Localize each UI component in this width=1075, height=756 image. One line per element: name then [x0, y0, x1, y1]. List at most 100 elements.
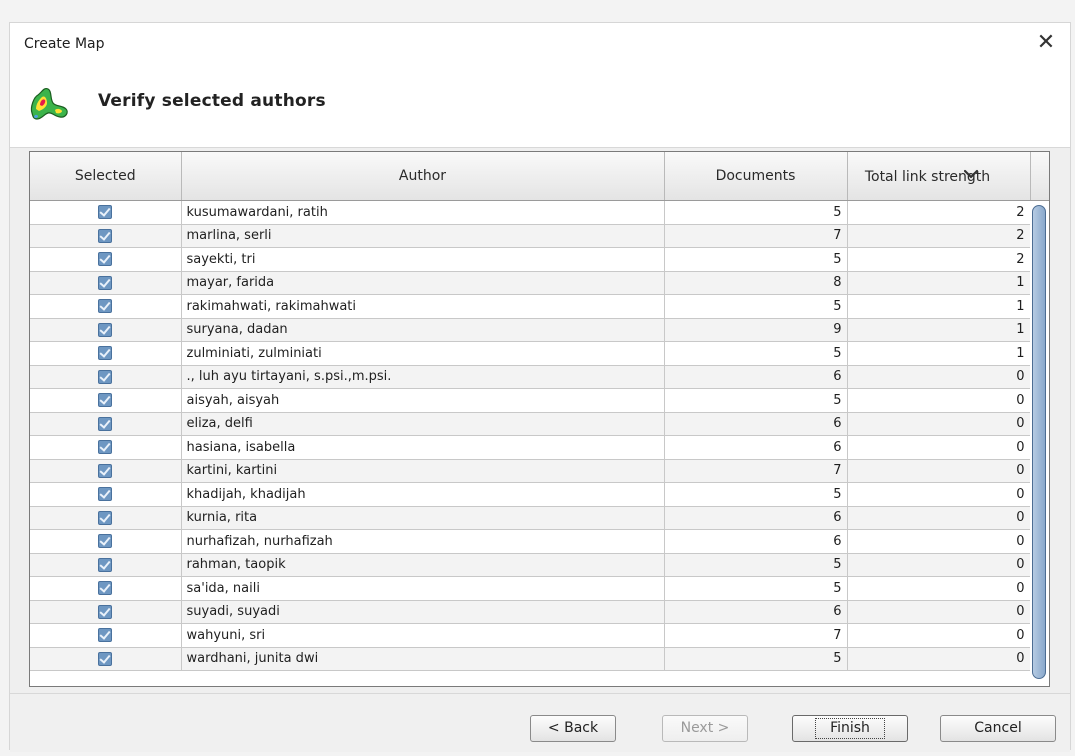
- documents-cell: 6: [664, 600, 848, 624]
- cancel-button[interactable]: Cancel: [940, 715, 1056, 742]
- column-header-documents[interactable]: Documents: [664, 152, 848, 201]
- table-row[interactable]: khadijah, khadijah 5 0: [30, 482, 1031, 507]
- selected-checkbox[interactable]: [98, 628, 113, 643]
- selected-checkbox[interactable]: [98, 581, 113, 596]
- wizard-header: Verify selected authors: [10, 63, 1070, 148]
- table-row[interactable]: suyadi, suyadi 6 0: [30, 600, 1031, 624]
- total-link-strength-cell: 0: [847, 553, 1031, 577]
- scrollbar-thumb[interactable]: [1032, 205, 1046, 679]
- selected-cell: [30, 271, 182, 295]
- table-row[interactable]: eliza, delfi 6 0: [30, 412, 1031, 436]
- author-cell: nurhafizah, nurhafizah: [181, 529, 665, 554]
- author-rows: kusumawardani, ratih 5 2 marlina, serli 7 2 sa…: [30, 200, 1031, 671]
- finish-button[interactable]: Finish: [792, 715, 908, 742]
- table-row[interactable]: rakimahwati, rakimahwati 5 1: [30, 294, 1031, 319]
- selected-checkbox[interactable]: [98, 205, 113, 220]
- author-cell: hasiana, isabella: [181, 435, 665, 460]
- author-cell: wardhani, junita dwi: [181, 647, 665, 671]
- documents-cell: 7: [664, 224, 848, 248]
- vertical-scrollbar[interactable]: [1030, 201, 1049, 686]
- selected-cell: [30, 435, 182, 460]
- table-row[interactable]: kusumawardani, ratih 5 2: [30, 200, 1031, 225]
- total-link-strength-cell: 1: [847, 271, 1031, 295]
- total-link-strength-cell: 0: [847, 412, 1031, 436]
- table-row[interactable]: sa'ida, naili 5 0: [30, 576, 1031, 601]
- close-button[interactable]: ✕: [1032, 29, 1060, 57]
- table-row[interactable]: marlina, serli 7 2: [30, 224, 1031, 248]
- selected-cell: [30, 600, 182, 624]
- selected-checkbox[interactable]: [98, 299, 113, 314]
- table-row[interactable]: kurnia, rita 6 0: [30, 506, 1031, 530]
- documents-cell: 6: [664, 529, 848, 554]
- table-row[interactable]: nurhafizah, nurhafizah 6 0: [30, 529, 1031, 554]
- documents-cell: 6: [664, 365, 848, 389]
- table-row[interactable]: mayar, farida 8 1: [30, 271, 1031, 295]
- next-button[interactable]: Next >: [662, 715, 748, 742]
- selected-cell: [30, 247, 182, 272]
- column-header-total-link-strength[interactable]: Total link strength: [847, 152, 1031, 201]
- selected-cell: [30, 623, 182, 648]
- table-row[interactable]: zulminiati, zulminiati 5 1: [30, 341, 1031, 366]
- create-map-dialog: Create Map ✕ Verify selected authors Sel…: [9, 22, 1071, 752]
- documents-cell: 5: [664, 200, 848, 225]
- page-title: Verify selected authors: [98, 91, 326, 111]
- author-cell: suryana, dadan: [181, 318, 665, 342]
- table-row[interactable]: rahman, taopik 5 0: [30, 553, 1031, 577]
- window-title: Create Map: [24, 36, 105, 52]
- selected-cell: [30, 341, 182, 366]
- total-link-strength-cell: 2: [847, 224, 1031, 248]
- content-area: Selected Author Documents Total link str…: [10, 148, 1070, 693]
- column-header-author[interactable]: Author: [181, 152, 665, 201]
- documents-cell: 7: [664, 459, 848, 483]
- table-row[interactable]: ., luh ayu tirtayani, s.psi.,m.psi. 6 0: [30, 365, 1031, 389]
- documents-cell: 5: [664, 388, 848, 413]
- button-bar: < Back Next > Finish Cancel: [10, 693, 1070, 752]
- selected-checkbox[interactable]: [98, 604, 113, 619]
- selected-checkbox[interactable]: [98, 228, 113, 243]
- selected-cell: [30, 576, 182, 601]
- author-cell: sayekti, tri: [181, 247, 665, 272]
- author-cell: aisyah, aisyah: [181, 388, 665, 413]
- table-row[interactable]: kartini, kartini 7 0: [30, 459, 1031, 483]
- selected-checkbox[interactable]: [98, 252, 113, 267]
- total-link-strength-cell: 0: [847, 506, 1031, 530]
- selected-checkbox[interactable]: [98, 534, 113, 549]
- author-cell: kurnia, rita: [181, 506, 665, 530]
- selected-checkbox[interactable]: [98, 393, 113, 408]
- selected-checkbox[interactable]: [98, 487, 113, 502]
- selected-checkbox[interactable]: [98, 416, 113, 431]
- table-row[interactable]: aisyah, aisyah 5 0: [30, 388, 1031, 413]
- selected-cell: [30, 647, 182, 671]
- header-gutter: [1030, 152, 1049, 201]
- selected-checkbox[interactable]: [98, 510, 113, 525]
- table-row[interactable]: wardhani, junita dwi 5 0: [30, 647, 1031, 671]
- selected-checkbox[interactable]: [98, 369, 113, 384]
- finish-button-label: Finish: [815, 718, 885, 739]
- total-link-strength-cell: 0: [847, 435, 1031, 460]
- selected-checkbox[interactable]: [98, 322, 113, 337]
- back-button[interactable]: < Back: [530, 715, 616, 742]
- table-row[interactable]: sayekti, tri 5 2: [30, 247, 1031, 272]
- documents-cell: 5: [664, 482, 848, 507]
- table-row[interactable]: suryana, dadan 9 1: [30, 318, 1031, 342]
- selected-checkbox[interactable]: [98, 275, 113, 290]
- author-cell: marlina, serli: [181, 224, 665, 248]
- column-header-selected[interactable]: Selected: [30, 152, 182, 201]
- selected-cell: [30, 200, 182, 225]
- author-cell: suyadi, suyadi: [181, 600, 665, 624]
- author-cell: mayar, farida: [181, 271, 665, 295]
- selected-checkbox[interactable]: [98, 440, 113, 455]
- author-cell: rakimahwati, rakimahwati: [181, 294, 665, 319]
- selected-checkbox[interactable]: [98, 651, 113, 666]
- selected-checkbox[interactable]: [98, 346, 113, 361]
- vosviewer-app-icon: [30, 87, 68, 120]
- documents-cell: 5: [664, 576, 848, 601]
- table-row[interactable]: wahyuni, sri 7 0: [30, 623, 1031, 648]
- table-row[interactable]: hasiana, isabella 6 0: [30, 435, 1031, 460]
- selected-checkbox[interactable]: [98, 557, 113, 572]
- selected-checkbox[interactable]: [98, 463, 113, 478]
- documents-cell: 5: [664, 647, 848, 671]
- total-link-strength-cell: 2: [847, 200, 1031, 225]
- total-link-strength-cell: 0: [847, 459, 1031, 483]
- selected-cell: [30, 412, 182, 436]
